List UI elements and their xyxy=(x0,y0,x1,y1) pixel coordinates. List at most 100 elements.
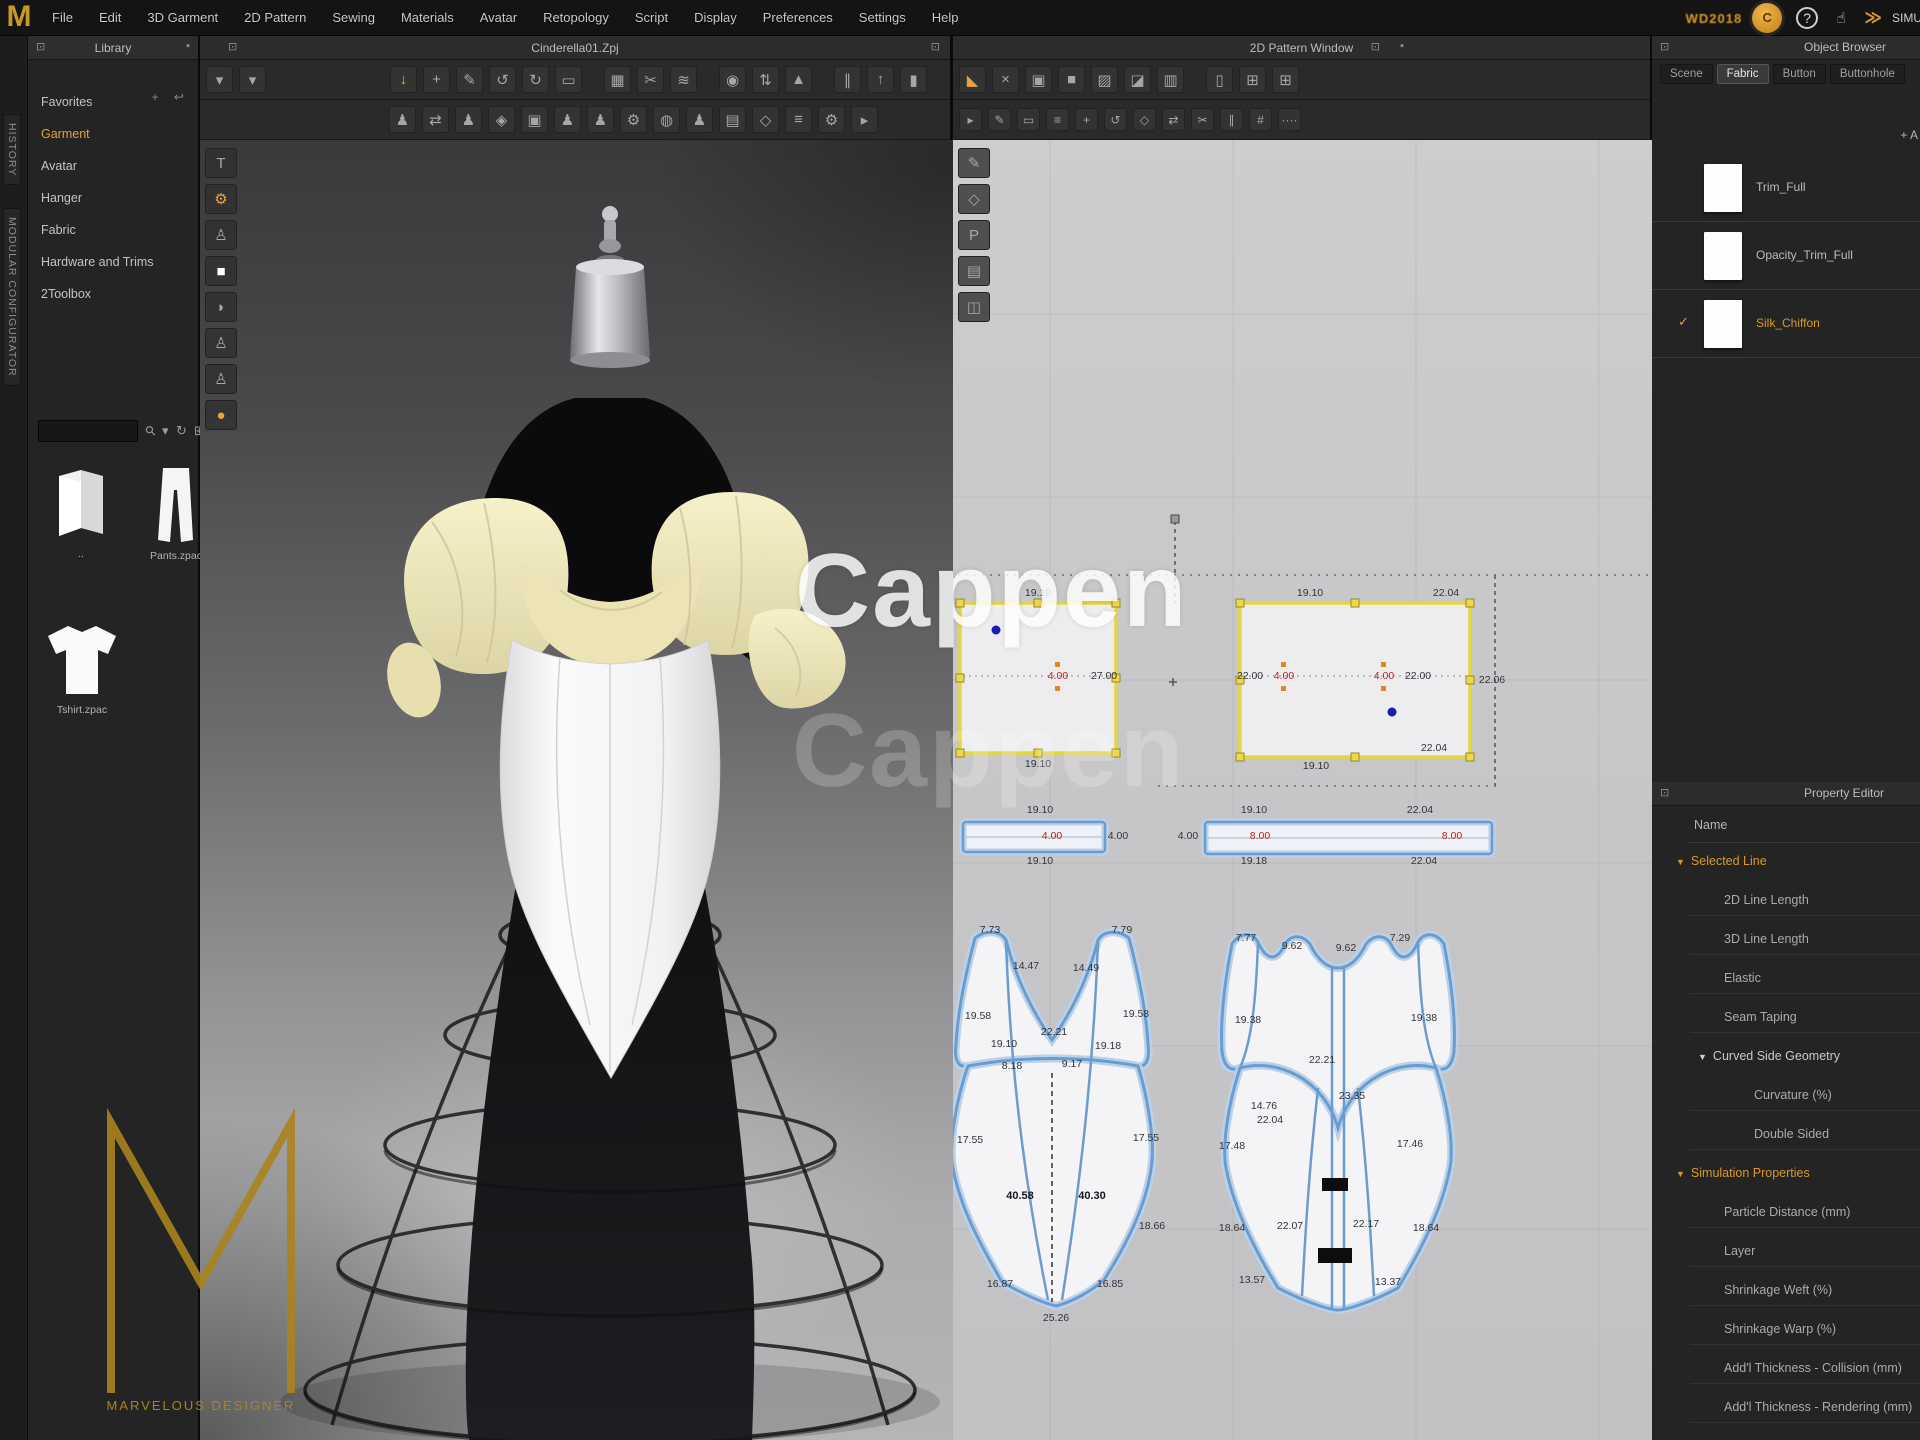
list-icon[interactable]: ≡ xyxy=(1046,108,1069,131)
menu-settings[interactable]: Settings xyxy=(859,10,906,25)
pen-2d-icon[interactable]: ✎ xyxy=(958,148,990,178)
scissors-icon[interactable]: ✂ xyxy=(637,66,664,93)
dart-icon[interactable]: ◪ xyxy=(1124,66,1151,93)
search-caret-icon[interactable]: ▾ xyxy=(162,423,169,439)
parallel-icon[interactable]: ∥ xyxy=(1220,108,1243,131)
avatar-icon[interactable]: ♟ xyxy=(587,106,614,133)
pin-tool-icon[interactable]: ◉ xyxy=(719,66,746,93)
tree-collapse-icon[interactable]: ▼ xyxy=(1676,1169,1685,1179)
avatar-pose-icon[interactable]: ♟ xyxy=(389,106,416,133)
import-arrow-icon[interactable]: ↓ xyxy=(390,66,417,93)
menu-sewing[interactable]: Sewing xyxy=(332,10,375,25)
sphere-icon[interactable]: ◍ xyxy=(653,106,680,133)
grid-large-icon[interactable]: ⊞ xyxy=(1272,66,1299,93)
prop-simulation-properties[interactable]: ▼Simulation Properties xyxy=(1652,1154,1920,1193)
menu-edit[interactable]: Edit xyxy=(99,10,121,25)
tab-button[interactable]: Button xyxy=(1773,64,1826,84)
bar-tool-icon[interactable]: ▮ xyxy=(900,66,927,93)
add-point-icon[interactable]: + xyxy=(1075,108,1098,131)
fabric-trim-full[interactable]: ✓ Trim_Full xyxy=(1652,154,1920,222)
lib-hanger[interactable]: Hanger xyxy=(28,184,198,212)
lib-2toolbox[interactable]: 2Toolbox xyxy=(28,280,198,308)
grid-tool-icon[interactable]: ▦ xyxy=(604,66,631,93)
fabric-opacity-trim-full[interactable]: ✓ Opacity_Trim_Full xyxy=(1652,222,1920,290)
menu-avatar[interactable]: Avatar xyxy=(480,10,517,25)
mirror-2d-icon[interactable]: ◫ xyxy=(958,292,990,322)
viewport-3d-canvas[interactable]: T⚙♙■◗♙♙● xyxy=(200,140,953,1440)
coin-icon[interactable]: C xyxy=(1752,3,1782,33)
object-browser-titlebar[interactable]: ⊡ Object Browser xyxy=(1652,36,1920,60)
gizmo-icon[interactable]: ◈ xyxy=(488,106,515,133)
sphere-view-icon[interactable]: ● xyxy=(205,400,237,430)
simulate-chevron-icon[interactable]: ≫ xyxy=(1864,8,1882,28)
undo-icon[interactable]: ↺ xyxy=(489,66,516,93)
fabric-swatch[interactable] xyxy=(1704,232,1742,280)
prop-seam-taping[interactable]: ▼Seam Taping xyxy=(1652,998,1920,1037)
flip-tool-icon[interactable]: ⇅ xyxy=(752,66,779,93)
fabric-swatch[interactable] xyxy=(1704,164,1742,212)
library-folder-thumb[interactable]: .. xyxy=(46,464,116,560)
lib-avatar[interactable]: Avatar xyxy=(28,152,198,180)
layer-2d-icon[interactable]: ▤ xyxy=(958,256,990,286)
pen-tool-icon[interactable]: ✎ xyxy=(456,66,483,93)
property-editor-titlebar[interactable]: ⊡ Property Editor xyxy=(1652,782,1920,806)
prop-2d-line-length[interactable]: ▼2D Line Length xyxy=(1652,881,1920,920)
menu-script[interactable]: Script xyxy=(635,10,668,25)
menu-preferences[interactable]: Preferences xyxy=(763,10,833,25)
raise-icon[interactable]: ↑ xyxy=(867,66,894,93)
swap-icon[interactable]: ⇄ xyxy=(422,106,449,133)
cut-icon[interactable]: ✂ xyxy=(1191,108,1214,131)
help-icon[interactable]: ? xyxy=(1796,7,1818,29)
list-icon[interactable]: ≡ xyxy=(785,106,812,133)
menu-2d-pattern[interactable]: 2D Pattern xyxy=(244,10,306,25)
show-garment-icon[interactable]: T xyxy=(205,148,237,178)
hand-gesture-icon[interactable]: ☝ xyxy=(1828,5,1854,31)
shoe-tool-icon[interactable]: ◗ xyxy=(205,292,237,322)
add-fabric-button[interactable]: + A xyxy=(1900,128,1918,142)
tab-history[interactable]: HISTORY xyxy=(3,114,21,185)
app-logo[interactable]: M xyxy=(0,0,38,36)
sewing-tool-icon[interactable]: ≋ xyxy=(670,66,697,93)
simulate-label[interactable]: SIMUL xyxy=(1892,11,1920,25)
show-avatar-icon[interactable]: ♙ xyxy=(205,220,237,250)
float-window-icon[interactable]: ⊡ xyxy=(1660,40,1669,53)
rect-icon[interactable]: ▭ xyxy=(1017,108,1040,131)
prop-double-sided[interactable]: ▼Double Sided xyxy=(1652,1115,1920,1154)
menu-retopology[interactable]: Retopology xyxy=(543,10,609,25)
pin-icon[interactable]: ▪ xyxy=(1400,40,1404,52)
float-window-icon[interactable]: ⊡ xyxy=(1660,786,1669,799)
library-search-input[interactable] xyxy=(38,420,138,442)
menu-display[interactable]: Display xyxy=(694,10,737,25)
filled-rect-icon[interactable]: ■ xyxy=(1058,66,1085,93)
cursor-icon[interactable]: ▸ xyxy=(959,108,982,131)
viewport-3d-titlebar[interactable]: ⊡ Cinderella01.Zpj ⊡ xyxy=(200,36,950,60)
fabric-silk-chiffon[interactable]: ✓ Silk_Chiffon xyxy=(1652,290,1920,358)
prop-particle-distance[interactable]: ▼Particle Distance (mm) xyxy=(1652,1193,1920,1232)
hash-grid-icon[interactable]: # xyxy=(1249,108,1272,131)
dim-tool-icon[interactable]: ▾ xyxy=(239,66,266,93)
pen-icon[interactable]: ✎ xyxy=(988,108,1011,131)
prop-addl-thickness-collision[interactable]: ▼Add'l Thickness - Collision (mm) xyxy=(1652,1349,1920,1388)
swap-icon[interactable]: ⇄ xyxy=(1162,108,1185,131)
panel-icon[interactable]: ▯ xyxy=(1206,66,1233,93)
library-titlebar[interactable]: ⊡ Library ▪ xyxy=(28,36,198,60)
refresh-icon[interactable]: ↻ xyxy=(176,423,187,439)
expand-window-icon[interactable]: ⊡ xyxy=(931,40,940,53)
favorites-action-icons[interactable]: + ↩ xyxy=(152,90,190,104)
float-window-icon[interactable]: ⊡ xyxy=(228,40,237,53)
lib-garment[interactable]: Garment xyxy=(28,120,198,148)
layers-icon[interactable]: ▤ xyxy=(719,106,746,133)
search-icon[interactable]: ⚲ xyxy=(142,422,160,440)
strip-patterns[interactable] xyxy=(963,822,1492,854)
diamond-icon[interactable]: ◇ xyxy=(752,106,779,133)
texture-box-icon[interactable]: ■ xyxy=(205,256,237,286)
prop-shrinkage-warp[interactable]: ▼Shrinkage Warp (%) xyxy=(1652,1310,1920,1349)
avatar-icon[interactable]: ♟ xyxy=(686,106,713,133)
pattern-2d-icon[interactable]: P xyxy=(958,220,990,250)
prop-elastic[interactable]: ▼Elastic xyxy=(1652,959,1920,998)
rect-tool-icon[interactable]: ▭ xyxy=(555,66,582,93)
avatar-walk-icon[interactable]: ♟ xyxy=(455,106,482,133)
float-window-icon[interactable]: ⊡ xyxy=(36,40,45,53)
gear-icon[interactable]: ⚙ xyxy=(205,184,237,214)
tab-fabric[interactable]: Fabric xyxy=(1717,64,1769,84)
